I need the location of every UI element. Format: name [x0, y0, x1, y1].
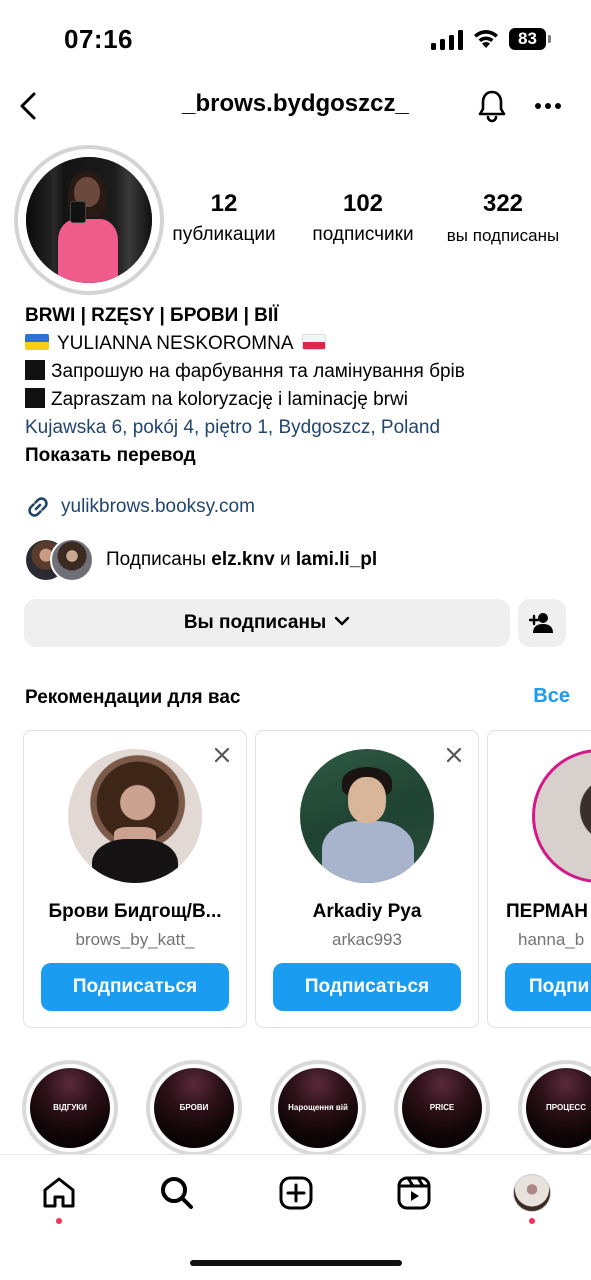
- search-icon: [161, 1177, 193, 1209]
- nav-create[interactable]: [276, 1173, 316, 1213]
- profile-website-link[interactable]: yulikbrows.booksy.com: [25, 492, 255, 522]
- recommendation-avatar[interactable]: [532, 749, 591, 883]
- bio-category-line: BRWI | RZĘSY | БРОВИ | ВІЇ: [25, 305, 279, 326]
- nav-profile[interactable]: [512, 1173, 552, 1213]
- following-button[interactable]: Вы подписаны: [24, 599, 510, 647]
- follow-button[interactable]: Подпи: [505, 963, 591, 1011]
- avatar: [50, 538, 94, 582]
- story-highlight[interactable]: Нарощення вій: [270, 1060, 366, 1156]
- back-button[interactable]: [8, 84, 48, 128]
- highlight-label: ВІДГУКИ: [30, 1068, 110, 1148]
- mutual-conjunction: и: [279, 549, 291, 570]
- nav-reels[interactable]: [394, 1173, 434, 1213]
- dismiss-button[interactable]: [442, 743, 466, 767]
- recommendation-name: Arkadiy Pya: [312, 901, 422, 922]
- story-highlight[interactable]: ВІДГУКИ: [22, 1060, 118, 1156]
- battery-level: 83: [518, 29, 537, 48]
- battery-indicator: 83: [509, 28, 551, 50]
- story-highlight[interactable]: ПРОЦЕСС: [518, 1060, 591, 1156]
- black-square-icon: [25, 388, 45, 408]
- recommendation-card[interactable]: Arkadiy Pya arkac993 Подписаться: [255, 730, 479, 1028]
- black-square-icon: [25, 360, 45, 380]
- posts-count-value: 12: [210, 190, 238, 217]
- highlight-label: PRICE: [402, 1068, 482, 1148]
- cellular-signal-icon: [431, 30, 463, 50]
- notifications-button[interactable]: [472, 86, 512, 126]
- profile-photo: [26, 157, 152, 283]
- followers-count[interactable]: 102 подписчики: [300, 190, 426, 246]
- posts-count-label: публикации: [172, 224, 276, 245]
- bio-line-polish-text: Zapraszam na koloryzację i laminację brw…: [51, 389, 408, 410]
- see-all-link[interactable]: Все: [520, 685, 570, 708]
- recommendation-avatar[interactable]: [68, 749, 202, 883]
- mutual-prefix: Подписаны: [106, 549, 207, 570]
- nav-search[interactable]: [157, 1173, 197, 1213]
- highlight-label: БРОВИ: [154, 1068, 234, 1148]
- story-highlight[interactable]: БРОВИ: [146, 1060, 242, 1156]
- home-indicator: [190, 1260, 402, 1266]
- recommendation-name: Брови Бидгощ/В...: [48, 901, 222, 922]
- mutual-followers-text: Подписаны elz.knv и lami.li_pl: [106, 549, 377, 571]
- bio-line-ukrainian: Запрошую на фарбування та ламінування бр…: [25, 358, 570, 386]
- chevron-left-icon: [20, 92, 36, 120]
- mutual-user-1: elz.knv: [211, 549, 275, 570]
- ukraine-flag-icon: [25, 334, 49, 350]
- recommendation-handle: hanna_b: [518, 930, 585, 949]
- recommendation-handle: brows_by_katt_: [75, 930, 195, 949]
- profile-header: _brows.bydgoszcz_: [0, 80, 591, 136]
- following-count-value: 322: [482, 190, 524, 217]
- home-icon: [43, 1177, 75, 1208]
- bio-line-polish: Zapraszam na koloryzację i laminację brw…: [25, 386, 570, 414]
- posts-count[interactable]: 12 публикации: [162, 190, 286, 246]
- recommendations-title: Рекомендации для вас: [25, 687, 241, 708]
- bio-owner-name: YULIANNA NESKOROMNA: [57, 333, 294, 354]
- more-options-button[interactable]: [528, 86, 568, 126]
- status-bar: 07:16 83: [0, 0, 591, 80]
- status-time: 07:16: [64, 24, 133, 54]
- profile-username-title: _brows.bydgoszcz_: [182, 90, 409, 117]
- highlight-label: Нарощення вій: [278, 1068, 358, 1148]
- chevron-down-icon: [334, 616, 350, 626]
- story-highlight[interactable]: PRICE: [394, 1060, 490, 1156]
- following-count[interactable]: 322 вы подписаны: [438, 190, 568, 246]
- mutual-followers[interactable]: Подписаны elz.knv и lami.li_pl: [24, 537, 377, 583]
- avatar: [513, 1174, 551, 1212]
- bio-line-ukrainian-text: Запрошую на фарбування та ламінування бр…: [51, 361, 465, 382]
- followers-count-label: подписчики: [312, 224, 414, 245]
- plus-square-icon: [279, 1176, 313, 1210]
- recommendation-card[interactable]: Брови Бидгощ/В... brows_by_katt_ Подписа…: [23, 730, 247, 1028]
- profile-notification-dot: [529, 1218, 535, 1224]
- recommendation-handle: arkac993: [332, 930, 402, 949]
- mutual-followers-avatars: [24, 538, 96, 582]
- website-url: yulikbrows.booksy.com: [61, 496, 255, 517]
- followers-count-value: 102: [342, 190, 384, 217]
- following-count-label: вы подписаны: [446, 226, 560, 245]
- home-notification-dot: [56, 1218, 62, 1224]
- nav-home[interactable]: [39, 1173, 79, 1213]
- follow-button[interactable]: Подписаться: [41, 963, 229, 1011]
- poland-flag-icon: [301, 334, 326, 350]
- reels-icon: [397, 1176, 431, 1210]
- following-button-label: Вы подписаны: [183, 612, 327, 633]
- profile-bio: BRWI | RZĘSY | БРОВИ | ВІЇ YULIANNA NESK…: [25, 302, 570, 470]
- suggested-people-button[interactable]: [518, 599, 566, 647]
- show-translation-button[interactable]: Показать перевод: [25, 442, 570, 470]
- profile-avatar[interactable]: [14, 145, 164, 295]
- dismiss-button[interactable]: [210, 743, 234, 767]
- link-icon: [28, 497, 48, 517]
- bio-address-link[interactable]: Kujawska 6, pokój 4, piętro 1, Bydgoszcz…: [25, 414, 570, 442]
- recommendation-avatar[interactable]: [300, 749, 434, 883]
- follow-button[interactable]: Подписаться: [273, 963, 461, 1011]
- bell-icon: [478, 90, 506, 123]
- close-icon: [214, 747, 230, 763]
- highlight-label: ПРОЦЕСС: [526, 1068, 591, 1148]
- mutual-user-2: lami.li_pl: [295, 549, 378, 570]
- bio-owner-line: YULIANNA NESKOROMNA: [25, 330, 570, 358]
- recommendation-card[interactable]: ПЕРМАН hanna_b Подпи: [487, 730, 591, 1028]
- wifi-icon: [474, 30, 498, 48]
- more-horizontal-icon: [535, 103, 561, 109]
- close-icon: [446, 747, 462, 763]
- person-add-icon: [529, 613, 553, 633]
- recommendation-name: ПЕРМАН: [506, 901, 589, 922]
